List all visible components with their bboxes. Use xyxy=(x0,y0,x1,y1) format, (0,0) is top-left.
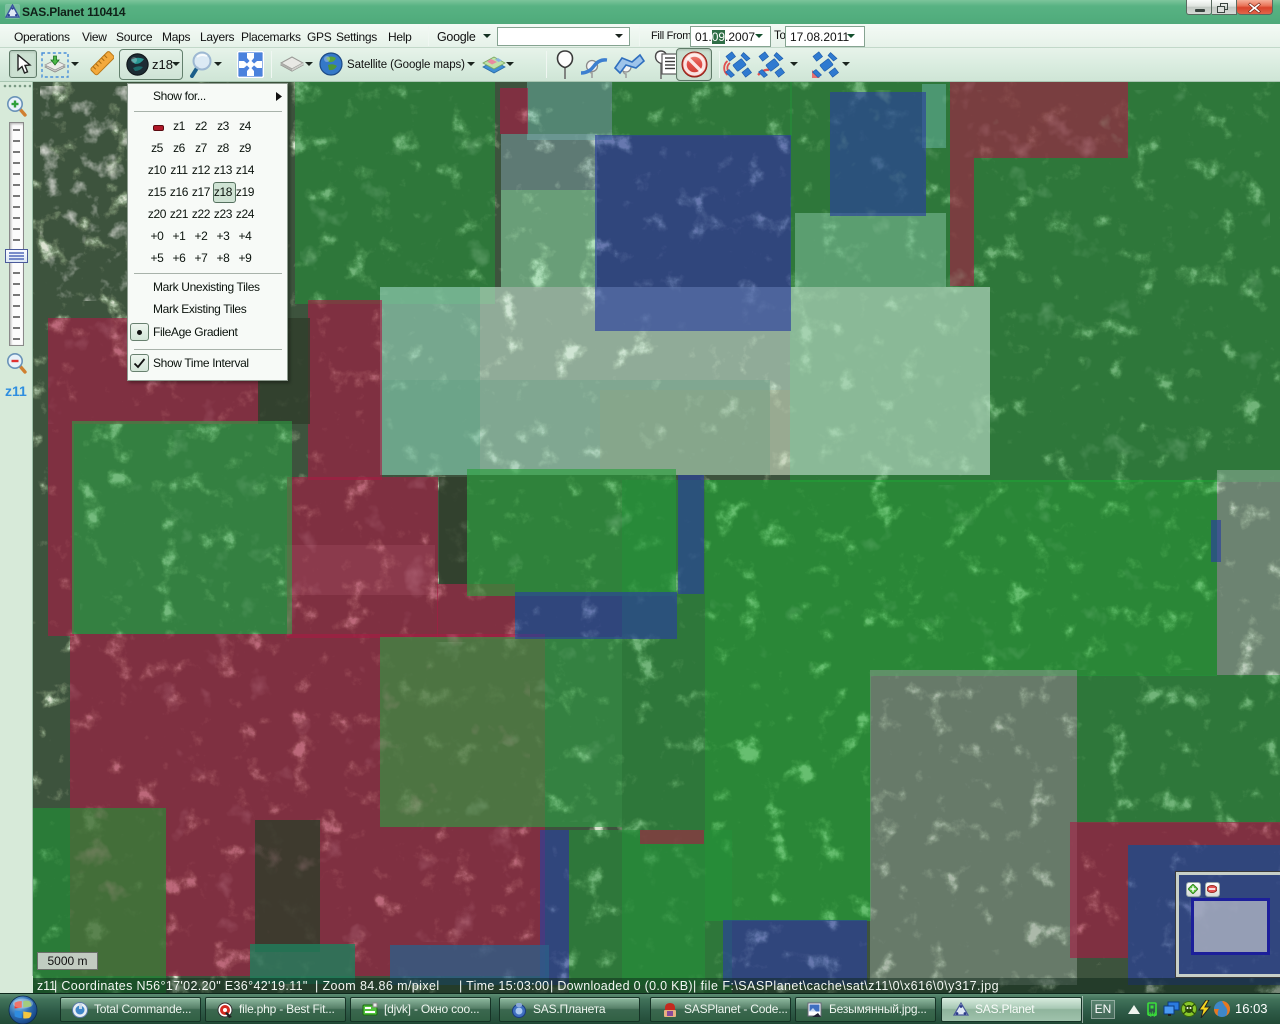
svg-text:qip: qip xyxy=(1148,1012,1157,1017)
